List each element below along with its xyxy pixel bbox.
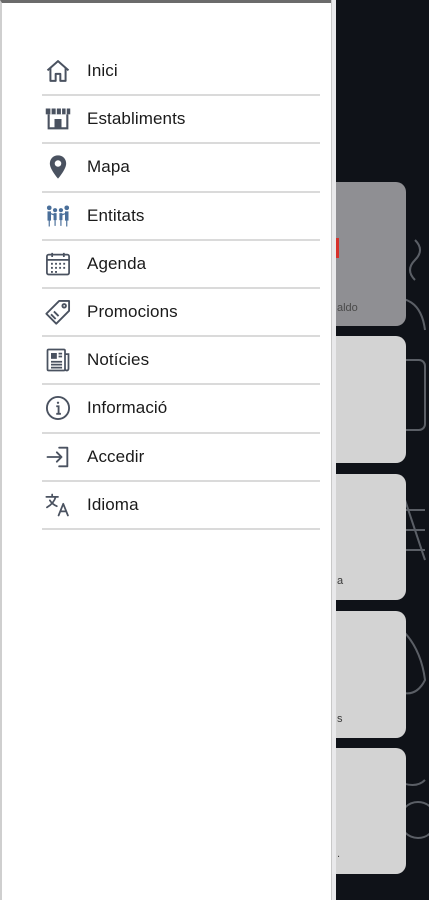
newspaper-icon (43, 345, 73, 375)
menu-item-label: Informació (87, 398, 168, 418)
menu-item-informacio[interactable]: Informació (42, 385, 320, 434)
menu-item-label: Idioma (87, 494, 139, 514)
menu-item-promocions[interactable]: Promocions (42, 289, 320, 338)
menu-item-label: Entitats (87, 205, 145, 225)
menu-item-label: Promocions (87, 302, 178, 322)
menu-item-inici[interactable]: Inici (42, 48, 320, 97)
menu-item-accedir[interactable]: Accedir (42, 434, 320, 482)
calendar-icon (43, 249, 73, 279)
tag-icon (43, 297, 73, 327)
card-text-fragment: aldo (337, 302, 358, 314)
home-icon (43, 56, 73, 86)
card-text-fragment: s (337, 713, 343, 725)
card-text-fragment: a (337, 575, 344, 587)
menu-item-label: Inici (87, 61, 118, 81)
card-text-fragment: . (337, 848, 341, 860)
drawer-edge (331, 0, 336, 900)
menu-item-entitats[interactable]: Entitats (42, 193, 320, 241)
menu-item-idioma[interactable]: Idioma (42, 482, 320, 530)
menu-item-noticies[interactable]: Notícies (42, 337, 320, 386)
storefront-icon (43, 104, 73, 134)
menu-item-mapa[interactable]: Mapa (42, 144, 320, 193)
menu-item-label: Agenda (87, 253, 147, 273)
drawer-menu: Inici Establiments Mapa Entitats Agenda … (42, 48, 320, 530)
menu-item-label: Accedir (87, 446, 145, 466)
menu-item-label: Notícies (87, 350, 150, 370)
people-icon (43, 201, 73, 231)
menu-item-agenda[interactable]: Agenda (42, 241, 320, 289)
navigation-drawer: Inici Establiments Mapa Entitats Agenda … (0, 0, 331, 900)
menu-item-label: Establiments (87, 109, 186, 129)
map-pin-icon (43, 152, 73, 182)
translate-icon (43, 490, 73, 520)
login-icon (43, 442, 73, 472)
menu-item-establiments[interactable]: Establiments (42, 96, 320, 145)
info-icon (43, 393, 73, 423)
menu-item-label: Mapa (87, 157, 130, 177)
